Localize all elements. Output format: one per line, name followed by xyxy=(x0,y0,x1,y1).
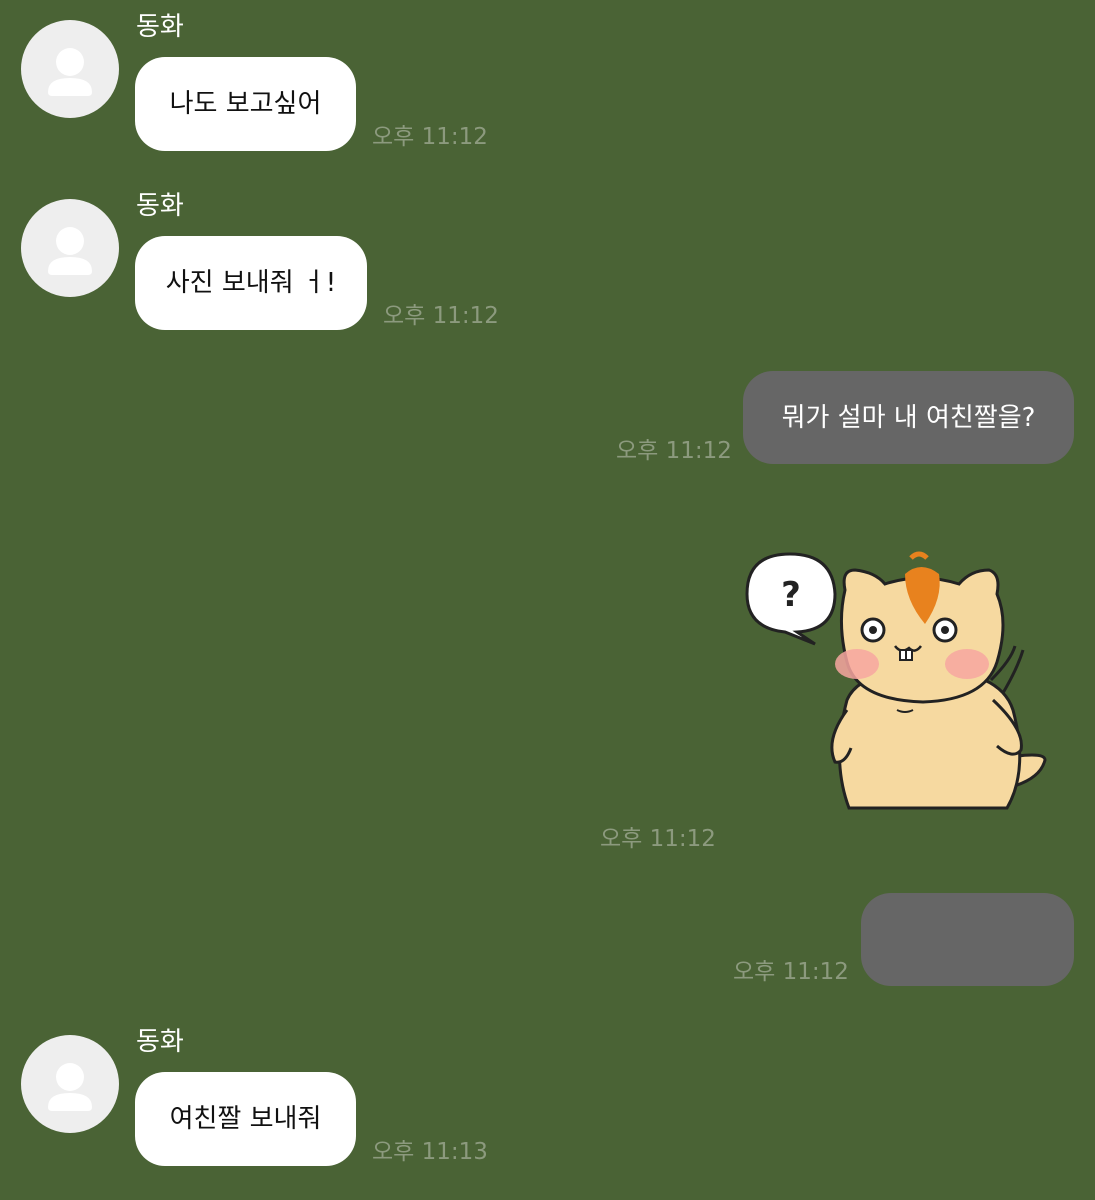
sender-avatar[interactable] xyxy=(21,20,119,118)
message-bubble-outgoing[interactable]: 뭐가 설마 내 여친짤을? xyxy=(743,371,1074,464)
hamster-sticker[interactable]: ? xyxy=(745,550,1050,812)
message-text: 여친짤 보내줘 xyxy=(169,1104,322,1134)
message-timestamp: 오후 11:12 xyxy=(733,959,849,985)
sender-name: 동화 xyxy=(136,191,184,221)
message-bubble-outgoing[interactable] xyxy=(861,893,1074,986)
message-timestamp: 오후 11:12 xyxy=(600,826,716,852)
message-timestamp: 오후 11:12 xyxy=(383,303,499,329)
hamster-question-icon: ? xyxy=(745,551,1047,810)
sender-name: 동화 xyxy=(136,12,184,42)
person-icon xyxy=(48,227,92,275)
message-timestamp: 오후 11:12 xyxy=(616,438,732,464)
sender-name: 동화 xyxy=(136,1027,184,1057)
sender-avatar[interactable] xyxy=(21,1035,119,1133)
message-bubble-incoming[interactable]: 나도 보고싶어 xyxy=(135,57,356,151)
message-text: 사진 보내줘 ㅓ! xyxy=(165,268,337,298)
person-icon xyxy=(48,1063,92,1111)
person-icon xyxy=(48,48,92,96)
message-timestamp: 오후 11:12 xyxy=(372,124,488,150)
message-text: 뭐가 설마 내 여친짤을? xyxy=(781,402,1036,433)
sender-avatar[interactable] xyxy=(21,199,119,297)
message-text: 나도 보고싶어 xyxy=(169,89,322,119)
message-bubble-incoming[interactable]: 사진 보내줘 ㅓ! xyxy=(135,236,367,330)
message-timestamp: 오후 11:13 xyxy=(372,1139,488,1165)
message-bubble-incoming[interactable]: 여친짤 보내줘 xyxy=(135,1072,356,1166)
svg-text:?: ? xyxy=(781,575,801,615)
